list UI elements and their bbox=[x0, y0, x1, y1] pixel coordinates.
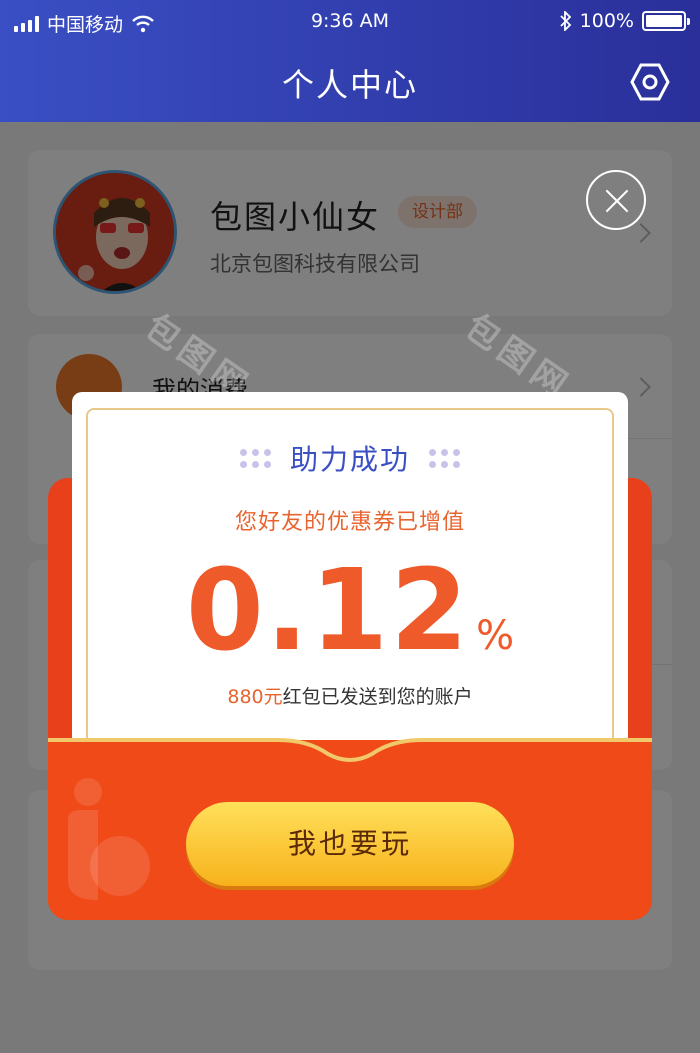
decor-dots-icon bbox=[239, 448, 271, 468]
page-title: 个人中心 bbox=[281, 66, 418, 104]
settings-icon[interactable] bbox=[630, 62, 670, 102]
coupon-value: 0.12% bbox=[72, 546, 628, 676]
bluetooth-icon bbox=[560, 11, 571, 31]
close-button[interactable] bbox=[586, 170, 646, 230]
reward-note: 红包已发送到您的账户 bbox=[282, 686, 473, 708]
reward-amount: 880元 bbox=[227, 686, 283, 708]
popup-subline: 您好友的优惠券已增值 bbox=[234, 510, 465, 535]
popup-note: 880元红包已发送到您的账户 bbox=[72, 682, 628, 709]
brand-logo-icon bbox=[68, 778, 150, 900]
battery-percent: 100% bbox=[579, 10, 634, 32]
status-bar: 中国移动 9:36 AM 100% bbox=[0, 8, 700, 38]
app-header: 中国移动 9:36 AM 100% 个人中心 bbox=[0, 0, 700, 122]
popup-headline: 助力成功 bbox=[289, 443, 410, 476]
battery-icon bbox=[642, 11, 690, 31]
decor-dots-icon bbox=[429, 448, 461, 468]
popup-card: 助力成功 您好友的优惠券已增值 0.12% 880元红包已发送到您的账户 bbox=[72, 392, 628, 752]
coupon-value-number: 0.12 bbox=[185, 546, 471, 676]
coupon-value-unit: % bbox=[476, 613, 515, 659]
play-too-button[interactable]: 我也要玩 bbox=[186, 802, 514, 886]
